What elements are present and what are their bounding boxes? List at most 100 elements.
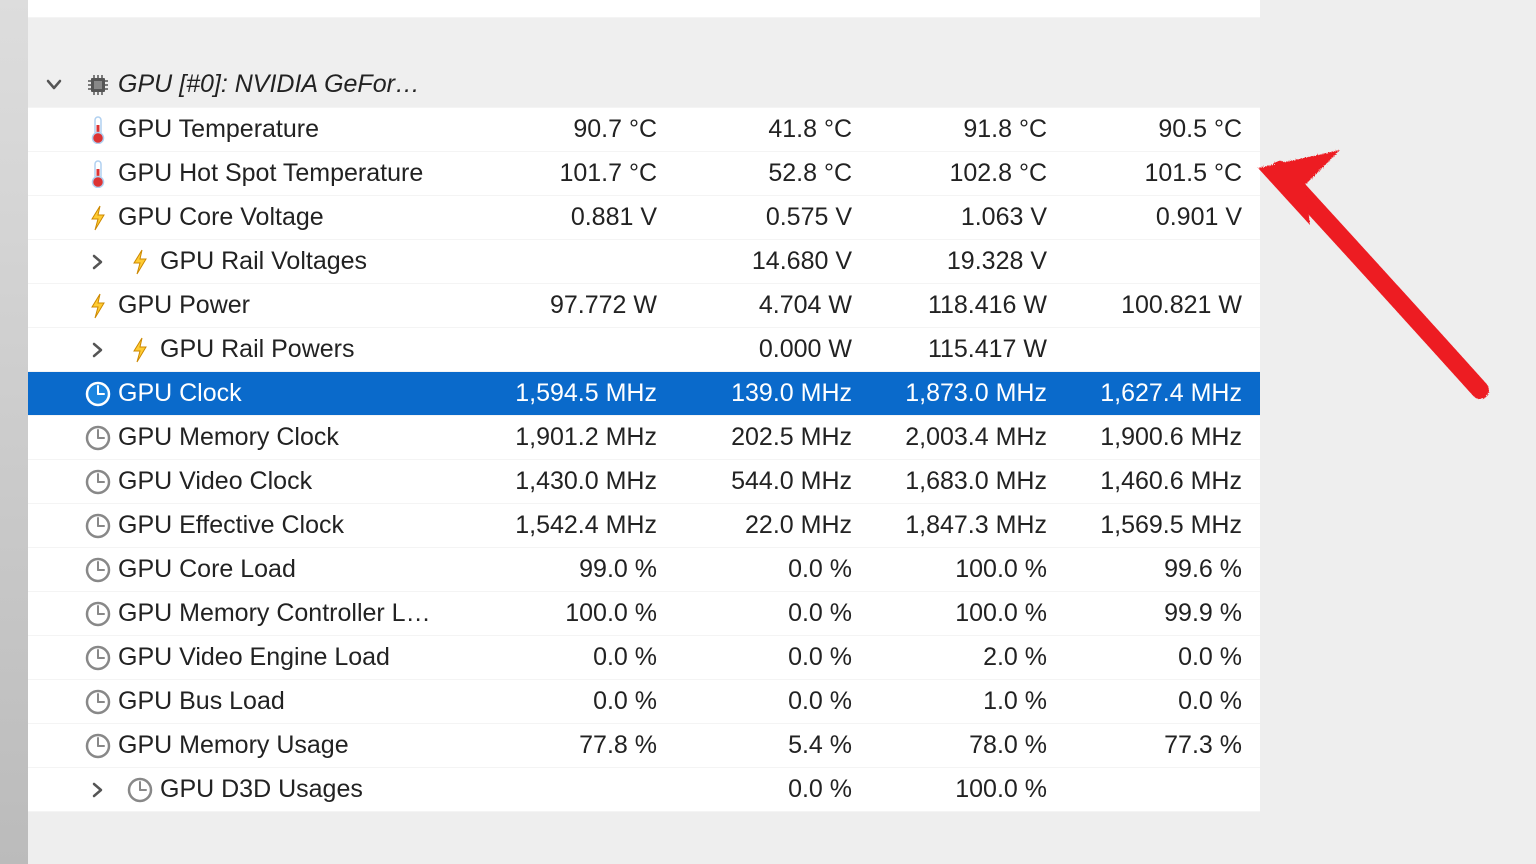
cell-min: 544.0 MHz <box>675 467 870 496</box>
cell-current: 1,901.2 MHz <box>480 423 675 452</box>
row-label: GPU Rail Voltages <box>160 247 367 276</box>
chevron-right-icon[interactable] <box>84 336 112 364</box>
cell-avg: 1,569.5 MHz <box>1065 511 1260 540</box>
cell-current: 97.772 W <box>480 291 675 320</box>
table-row[interactable]: GPU Effective Clock1,542.4 MHz22.0 MHz1,… <box>28 504 1260 548</box>
row-label: GPU D3D Usages <box>160 775 363 804</box>
clock-icon <box>84 732 112 760</box>
cell-max: 115.417 W <box>870 335 1065 364</box>
table-row[interactable]: GPU Core Load99.0 %0.0 %100.0 %99.6 % <box>28 548 1260 592</box>
clock-icon <box>126 776 154 804</box>
cell-avg: 1,460.6 MHz <box>1065 467 1260 496</box>
cell-max: 1,873.0 MHz <box>870 379 1065 408</box>
cell-avg: 101.5 °C <box>1065 159 1260 188</box>
table-row[interactable]: GPU Video Engine Load0.0 %0.0 %2.0 %0.0 … <box>28 636 1260 680</box>
cell-min: 202.5 MHz <box>675 423 870 452</box>
table-row[interactable]: GPU Hot Spot Temperature101.7 °C52.8 °C1… <box>28 152 1260 196</box>
table-row[interactable]: GPU Core Voltage0.881 V0.575 V1.063 V0.9… <box>28 196 1260 240</box>
row-label: GPU Clock <box>118 379 242 408</box>
row-label: GPU Hot Spot Temperature <box>118 159 423 188</box>
cell-max: 1.0 % <box>870 687 1065 716</box>
clock-icon <box>84 688 112 716</box>
cell-current: 77.8 % <box>480 731 675 760</box>
row-label: GPU Rail Powers <box>160 335 355 364</box>
row-label: GPU Memory Controller L… <box>118 599 431 628</box>
lightning-icon <box>84 292 112 320</box>
cell-min: 14.680 V <box>675 247 870 276</box>
cell-avg: 100.821 W <box>1065 291 1260 320</box>
thermometer-icon <box>84 116 112 144</box>
cell-min: 22.0 MHz <box>675 511 870 540</box>
cell-min: 0.575 V <box>675 203 870 232</box>
cell-avg: 1,900.6 MHz <box>1065 423 1260 452</box>
cell-avg: 0.0 % <box>1065 687 1260 716</box>
table-row[interactable]: GPU Rail Voltages 14.680 V19.328 V <box>28 240 1260 284</box>
window-edge <box>0 0 28 864</box>
cell-avg: 0.0 % <box>1065 643 1260 672</box>
cell-max: 19.328 V <box>870 247 1065 276</box>
cell-max: 102.8 °C <box>870 159 1065 188</box>
cell-avg: 90.5 °C <box>1065 115 1260 144</box>
row-label: GPU Memory Usage <box>118 731 349 760</box>
cell-avg: 1,627.4 MHz <box>1065 379 1260 408</box>
chevron-right-icon[interactable] <box>84 248 112 276</box>
cell-max: 2,003.4 MHz <box>870 423 1065 452</box>
table-row[interactable]: GPU D3D Usages0.0 %100.0 % <box>28 768 1260 812</box>
clock-icon <box>84 644 112 672</box>
chevron-down-icon[interactable] <box>40 71 68 99</box>
clock-icon <box>84 468 112 496</box>
chip-icon <box>84 71 112 99</box>
cell-min: 0.000 W <box>675 335 870 364</box>
cell-min: 0.0 % <box>675 643 870 672</box>
table-row[interactable]: GPU Clock 1,594.5 MHz139.0 MHz1,873.0 MHz… <box>28 372 1260 416</box>
row-label: GPU Video Engine Load <box>118 643 390 672</box>
group-header-gpu0[interactable]: GPU [#0]: NVIDIA GeFor… <box>28 62 1260 108</box>
cell-avg: 0.901 V <box>1065 203 1260 232</box>
lightning-icon <box>126 248 154 276</box>
cell-min: 41.8 °C <box>675 115 870 144</box>
cell-max: 100.0 % <box>870 775 1065 804</box>
cell-current: 99.0 % <box>480 555 675 584</box>
cell-current: 1,594.5 MHz <box>480 379 675 408</box>
clock-icon <box>84 600 112 628</box>
table-row[interactable]: GPU Video Clock1,430.0 MHz544.0 MHz1,683… <box>28 460 1260 504</box>
partial-row-top <box>28 0 1260 18</box>
clock-icon <box>84 512 112 540</box>
cell-max: 118.416 W <box>870 291 1065 320</box>
chevron-right-icon[interactable] <box>84 776 112 804</box>
cell-max: 1,847.3 MHz <box>870 511 1065 540</box>
lightning-icon <box>84 204 112 232</box>
cell-max: 2.0 % <box>870 643 1065 672</box>
lightning-icon <box>126 336 154 364</box>
cell-min: 0.0 % <box>675 555 870 584</box>
row-label: GPU Effective Clock <box>118 511 344 540</box>
cell-current: 0.0 % <box>480 643 675 672</box>
table-row[interactable]: GPU Rail Powers 0.000 W115.417 W <box>28 328 1260 372</box>
table-row[interactable]: GPU Bus Load0.0 %0.0 %1.0 %0.0 % <box>28 680 1260 724</box>
row-label: GPU Temperature <box>118 115 319 144</box>
cell-min: 5.4 % <box>675 731 870 760</box>
table-row[interactable]: GPU Memory Controller L… 100.0 %0.0 %100.… <box>28 592 1260 636</box>
table-row[interactable]: GPU Memory Usage77.8 %5.4 %78.0 %77.3 % <box>28 724 1260 768</box>
table-row[interactable]: GPU Memory Clock 1,901.2 MHz202.5 MHz2,00… <box>28 416 1260 460</box>
cell-current: 0.881 V <box>480 203 675 232</box>
cell-min: 0.0 % <box>675 687 870 716</box>
cell-min: 0.0 % <box>675 599 870 628</box>
cell-current: 100.0 % <box>480 599 675 628</box>
cell-max: 100.0 % <box>870 555 1065 584</box>
cell-max: 91.8 °C <box>870 115 1065 144</box>
thermometer-icon <box>84 160 112 188</box>
clock-icon <box>84 380 112 408</box>
cell-max: 100.0 % <box>870 599 1065 628</box>
cell-min: 139.0 MHz <box>675 379 870 408</box>
row-label: GPU Memory Clock <box>118 423 339 452</box>
annotation-arrow-icon <box>1250 130 1510 410</box>
table-row[interactable]: GPU Temperature90.7 °C41.8 °C91.8 °C90.5… <box>28 108 1260 152</box>
cell-current: 1,430.0 MHz <box>480 467 675 496</box>
group-label: GPU [#0]: NVIDIA GeFor… <box>118 70 420 99</box>
cell-max: 78.0 % <box>870 731 1065 760</box>
cell-current: 0.0 % <box>480 687 675 716</box>
cell-current: 1,542.4 MHz <box>480 511 675 540</box>
table-row[interactable]: GPU Power97.772 W4.704 W118.416 W100.821… <box>28 284 1260 328</box>
row-label: GPU Bus Load <box>118 687 285 716</box>
